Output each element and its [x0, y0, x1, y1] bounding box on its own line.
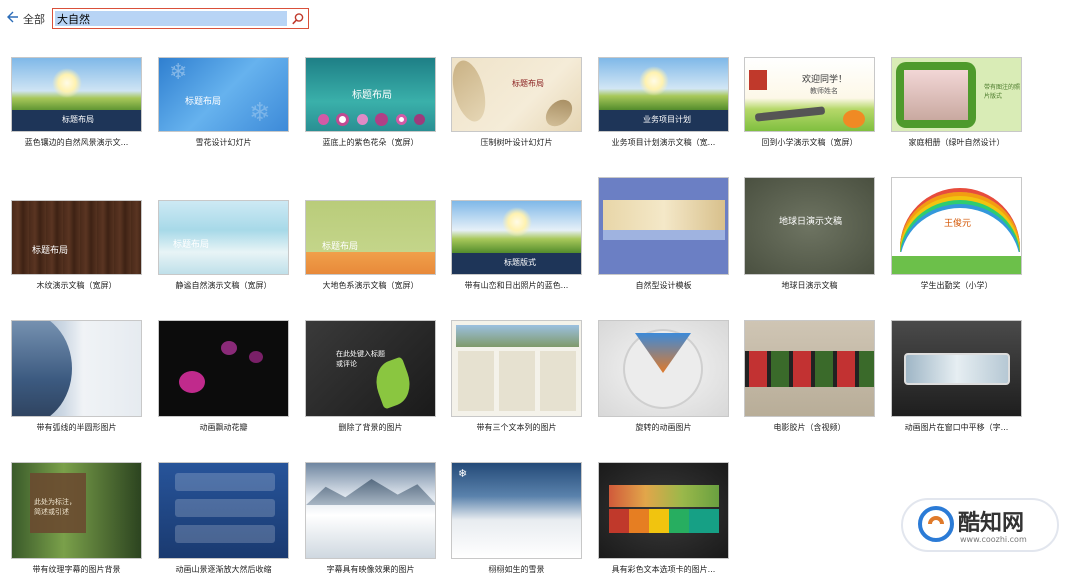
template-caption: 压制树叶设计幻灯片	[480, 138, 553, 147]
template-thumbnail[interactable]: 标题布局	[451, 57, 582, 132]
template-caption: 大地色系演示文稿（宽屏）	[322, 281, 419, 290]
thumbnail-title: 王俊元	[944, 219, 972, 229]
template-caption: 动画山景逐渐放大然后收缩	[175, 565, 272, 574]
template-caption: 学生出勤奖（小学）	[920, 281, 993, 290]
thumbnail-title: 标题布局	[185, 97, 222, 107]
template-caption: 旋转的动画图片	[635, 423, 692, 432]
watermark: 酷知网 www.coozhi.com	[900, 497, 1060, 553]
thumbnail-subtitle: 教师姓名	[810, 87, 838, 95]
template-thumbnail[interactable]	[598, 462, 729, 559]
template-thumbnail[interactable]	[158, 462, 289, 559]
thumbnail-title: 标题布局	[32, 246, 69, 256]
template-thumbnail[interactable]: 标题布局	[11, 200, 142, 275]
template-caption: 蓝色镶边的自然风景演示文...	[24, 138, 129, 147]
template-caption: 删除了背景的图片	[338, 423, 403, 432]
template-caption: 业务项目计划演示文稿（宽...	[611, 138, 716, 147]
template-caption: 木纹演示文稿（宽屏）	[36, 281, 117, 290]
thumbnail-title: 欢迎同学！	[802, 75, 848, 85]
template-thumbnail[interactable]: ❄	[451, 462, 582, 559]
template-thumbnail[interactable]: 王俊元	[891, 177, 1022, 275]
template-caption: 蓝底上的紫色花朵（宽屏）	[322, 138, 419, 147]
template-caption: 电影胶片（含视频）	[773, 423, 846, 432]
template-caption: 雪花设计幻灯片	[195, 138, 252, 147]
template-caption: 自然型设计模板	[635, 281, 692, 290]
thumbnail-title: 在此处键入标题或评论	[336, 350, 385, 368]
template-thumbnail[interactable]: 标题布局	[305, 200, 436, 275]
template-caption: 动画飘动花瓣	[199, 423, 248, 432]
template-caption: 带有弧线的半圆形图片	[36, 423, 117, 432]
thumbnail-title: 标题布局	[512, 79, 544, 88]
template-caption: 带有三个文本列的图片	[476, 423, 557, 432]
template-thumbnail[interactable]: 带有图注的照片版式	[891, 57, 1022, 132]
back-arrow-icon[interactable]	[6, 9, 20, 25]
template-thumbnail[interactable]	[744, 320, 875, 417]
thumbnail-title: 标题布局	[62, 115, 94, 124]
breadcrumb-all[interactable]: 全部	[23, 11, 45, 27]
thumbnail-title: 带有图注的照片版式	[984, 84, 1021, 100]
template-caption: 具有彩色文本选项卡的图片...	[611, 565, 716, 574]
template-thumbnail[interactable]: 在此处键入标题或评论	[305, 320, 436, 417]
template-caption: 带有山峦和日出照片的蓝色...	[464, 281, 569, 290]
template-thumbnail[interactable]	[891, 320, 1022, 417]
search-box[interactable]	[52, 8, 309, 29]
template-thumbnail[interactable]: 标题布局	[158, 200, 289, 275]
thumbnail-title: 标题布局	[352, 90, 392, 101]
template-caption: 带有纹理字幕的图片背景	[32, 565, 121, 574]
top-bar: 全部	[0, 0, 1080, 38]
template-thumbnail[interactable]: 地球日演示文稿	[744, 177, 875, 275]
template-thumbnail[interactable]: 此处为标注，简述或引述	[11, 462, 142, 559]
snowflake-icon: ❄	[249, 98, 271, 128]
template-caption: 栩栩如生的雪景	[488, 565, 545, 574]
thumbnail-title: 地球日演示文稿	[779, 217, 843, 227]
template-thumbnail[interactable]: 标题版式	[451, 200, 582, 275]
snowflake-icon: ❄	[169, 60, 188, 85]
template-thumbnail[interactable]	[451, 320, 582, 417]
template-caption: 字幕具有映像效果的图片	[326, 565, 415, 574]
thumbnail-title: 标题布局	[322, 242, 359, 252]
template-thumbnail[interactable]	[305, 462, 436, 559]
thumbnail-title: 标题布局	[173, 240, 210, 250]
thumbnail-title: 此处为标注，简述或引述	[34, 498, 76, 516]
template-thumbnail[interactable]	[598, 320, 729, 417]
template-caption: 家庭相册（绿叶自然设计）	[908, 138, 1005, 147]
thumbnail-title: 业务项目计划	[643, 115, 691, 124]
watermark-url: www.coozhi.com	[960, 535, 1027, 544]
thumbnail-title: 标题版式	[504, 258, 536, 267]
search-icon[interactable]	[291, 11, 305, 25]
template-thumbnail[interactable]	[11, 320, 142, 417]
template-thumbnail[interactable]: ❄ ❄ 标题布局	[158, 57, 289, 132]
search-input[interactable]	[55, 11, 287, 26]
template-thumbnail[interactable]	[598, 177, 729, 275]
template-caption: 静谧自然演示文稿（宽屏）	[175, 281, 272, 290]
template-caption: 动画图片在窗口中平移（字...	[904, 423, 1009, 432]
template-thumbnail[interactable]: 标题布局	[305, 57, 436, 132]
template-thumbnail[interactable]: 业务项目计划	[598, 57, 729, 132]
template-caption: 回到小学演示文稿（宽屏）	[761, 138, 858, 147]
template-thumbnail[interactable]: 标题布局	[11, 57, 142, 132]
template-thumbnail[interactable]	[158, 320, 289, 417]
watermark-brand: 酷知网	[958, 511, 1025, 536]
snowflake-icon: ❄	[458, 467, 468, 480]
template-thumbnail[interactable]: 欢迎同学！ 教师姓名	[744, 57, 875, 132]
template-caption: 地球日演示文稿	[781, 281, 838, 290]
